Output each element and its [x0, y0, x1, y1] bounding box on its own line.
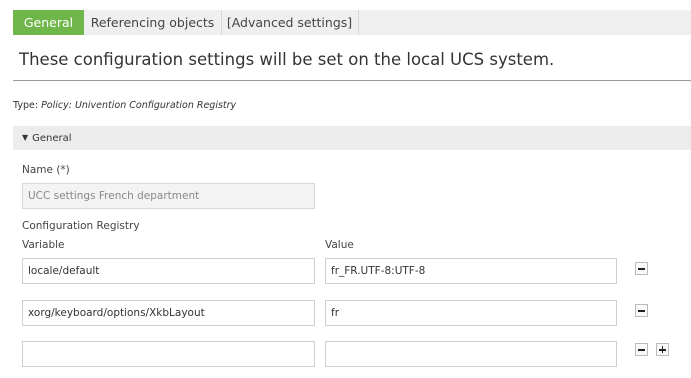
minus-icon: [638, 349, 645, 351]
tab-bar: General Referencing objects [Advanced se…: [13, 10, 691, 35]
page-title: These configuration settings will be set…: [19, 50, 555, 69]
name-field[interactable]: UCC settings French department: [22, 183, 315, 209]
minus-icon: [638, 310, 645, 312]
section-title: General: [32, 133, 72, 144]
tab-referencing-objects[interactable]: Referencing objects: [85, 10, 220, 35]
tab-general[interactable]: General: [13, 10, 84, 35]
registry-label: Configuration Registry: [22, 220, 140, 232]
value-column-header: Value: [325, 239, 354, 251]
variable-input[interactable]: xorg/keyboard/options/XkbLayout: [22, 300, 315, 326]
type-prefix: Type:: [13, 100, 39, 111]
value-input[interactable]: [325, 341, 617, 367]
section-general-toggle[interactable]: ▼ General: [13, 126, 691, 150]
object-type: Type: Policy: Univention Configuration R…: [13, 100, 236, 111]
remove-row-button[interactable]: [635, 304, 648, 317]
tab-divider: [358, 10, 359, 35]
policy-editor: General Referencing objects [Advanced se…: [0, 0, 691, 378]
value-input[interactable]: fr_FR.UTF-8:UTF-8: [325, 258, 617, 284]
variable-input[interactable]: [22, 341, 315, 367]
title-divider: [13, 80, 691, 81]
variable-input[interactable]: locale/default: [22, 258, 315, 284]
plus-icon-stroke: [661, 346, 664, 353]
tab-advanced-settings[interactable]: [Advanced settings]: [222, 10, 357, 35]
variable-column-header: Variable: [22, 239, 65, 251]
type-value: Policy: Univention Configuration Registr…: [41, 100, 237, 111]
add-row-button[interactable]: [656, 343, 669, 356]
remove-row-button[interactable]: [635, 262, 648, 275]
value-input[interactable]: fr: [325, 300, 617, 326]
remove-row-button[interactable]: [635, 343, 648, 356]
name-label: Name (*): [22, 164, 70, 176]
triangle-down-icon: ▼: [22, 133, 29, 142]
minus-icon: [638, 268, 645, 270]
